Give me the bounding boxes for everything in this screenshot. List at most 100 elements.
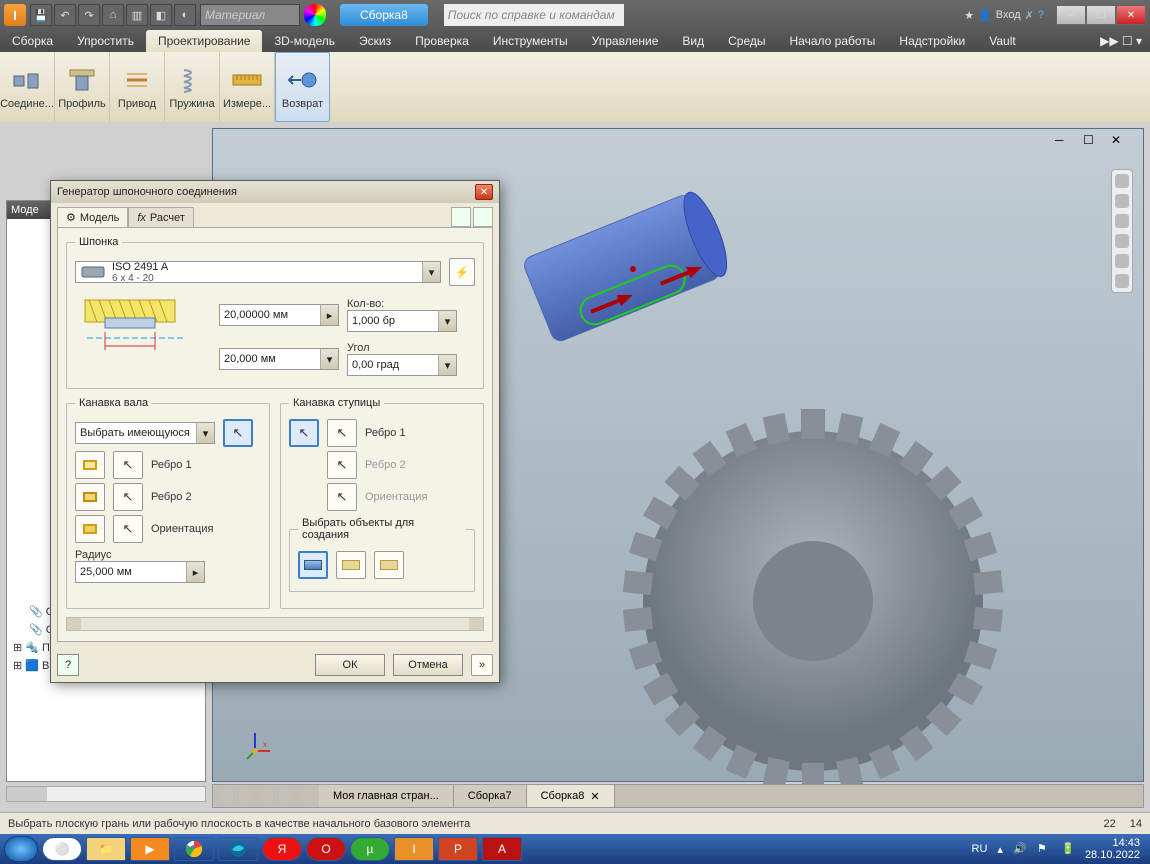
active-doc-tab[interactable]: Сборка8 (340, 4, 428, 26)
shaft-pick-button[interactable] (223, 419, 253, 447)
qat-open-icon[interactable]: ▥ (126, 4, 148, 26)
tab-close-icon[interactable]: ✕ (590, 790, 599, 803)
length2-combo[interactable]: 20,000 мм▾ (219, 348, 339, 370)
help-icon[interactable]: ? (1038, 9, 1044, 21)
radius-combo[interactable]: 25,000 мм▸ (75, 561, 205, 583)
tray-arrow-icon[interactable]: ▴ (997, 843, 1003, 856)
qat-help-icon[interactable]: ◐ (174, 4, 196, 26)
qty-combo[interactable]: 1,000 бр▾ (347, 310, 457, 332)
task-acrobat-icon[interactable]: A (482, 837, 522, 861)
menu-tab[interactable]: Упростить (65, 30, 146, 52)
dialog-titlebar[interactable]: Генератор шпоночного соединения ✕ (51, 181, 499, 203)
tab-calc[interactable]: fxРасчет (128, 207, 194, 227)
tray-battery-icon[interactable]: 🔋 (1061, 842, 1075, 856)
menu-tab[interactable]: Управление (580, 30, 671, 52)
bolt-button[interactable]: ⚡ (449, 258, 475, 286)
qat-select-icon[interactable]: ◧ (150, 4, 172, 26)
edge2-pick-button[interactable] (113, 483, 143, 511)
dialog-close-button[interactable]: ✕ (475, 184, 493, 200)
ok-button[interactable]: ОК (315, 654, 385, 676)
menu-tab[interactable]: Проверка (403, 30, 481, 52)
doc-tab[interactable]: Моя главная стран... (319, 785, 454, 807)
search-input[interactable]: Поиск по справке и командам (444, 4, 624, 26)
tray-flag-icon[interactable]: ⚑ (1037, 842, 1051, 856)
shaft-opt1-button[interactable] (75, 451, 105, 479)
dialog-help-button[interactable]: ? (57, 654, 79, 676)
shaft-opt2-button[interactable] (75, 483, 105, 511)
task-inventor-icon[interactable]: I (394, 837, 434, 861)
task-utorrent-icon[interactable]: µ (350, 837, 390, 861)
dialog-more-button[interactable]: » (471, 654, 493, 676)
ribbon-profile-button[interactable]: Профиль (55, 52, 110, 122)
orient-pick-button[interactable] (113, 515, 143, 543)
ribbon-drive-button[interactable]: Привод (110, 52, 165, 122)
cancel-button[interactable]: Отмена (393, 654, 463, 676)
appearance-icon[interactable] (304, 4, 326, 26)
hub-pick4-button[interactable] (327, 483, 357, 511)
nav-cube-icon[interactable] (1115, 274, 1129, 288)
material-combo[interactable]: Материал (200, 4, 300, 26)
tab-tool-1[interactable] (451, 207, 471, 227)
task-chrome-icon[interactable] (174, 837, 214, 861)
key-standard-combo[interactable]: ISO 2491 A 6 x 4 - 20 ▾ (75, 261, 441, 283)
chevron-down-icon[interactable]: ▾ (422, 262, 440, 282)
edge1-pick-button[interactable] (113, 451, 143, 479)
create-opt2-button[interactable] (336, 551, 366, 579)
qat-redo-icon[interactable]: ↷ (78, 4, 100, 26)
menu-tab[interactable]: Эскиз (347, 30, 403, 52)
star-icon[interactable]: ★ (964, 9, 974, 22)
hub-pick2-button[interactable] (327, 419, 357, 447)
nav-zoom-icon[interactable] (1115, 234, 1129, 248)
nav-orbit-icon[interactable] (1115, 194, 1129, 208)
viewport-minimize-button[interactable]: ─ (1055, 133, 1083, 151)
length1-combo[interactable]: 20,00000 мм▸ (219, 304, 339, 326)
nav-pan-icon[interactable] (1115, 214, 1129, 228)
doc-tab-tools[interactable] (213, 787, 319, 805)
menu-tab[interactable]: Начало работы (778, 30, 888, 52)
hub-pick3-button[interactable] (327, 451, 357, 479)
window-close-button[interactable]: ✕ (1116, 5, 1146, 25)
menu-tab[interactable]: Инструменты (481, 30, 580, 52)
dialog-scrollbar[interactable] (66, 617, 484, 631)
qat-save-icon[interactable]: 💾 (30, 4, 52, 26)
window-maximize-button[interactable]: ☐ (1086, 5, 1116, 25)
menu-tab[interactable]: Vault (977, 30, 1027, 52)
menu-tab[interactable]: Среды (716, 30, 777, 52)
doc-tab-active[interactable]: Сборка8✕ (527, 785, 615, 807)
menu-tab[interactable]: Надстройки (887, 30, 977, 52)
viewport-maximize-button[interactable]: ☐ (1083, 133, 1111, 151)
navigation-bar[interactable] (1111, 169, 1133, 293)
login-link[interactable]: Вход (996, 9, 1021, 21)
viewport-close-button[interactable]: ✕ (1111, 133, 1139, 151)
hub-pick1-button[interactable] (289, 419, 319, 447)
angle-combo[interactable]: 0,00 град▾ (347, 354, 457, 376)
task-powerpoint-icon[interactable]: P (438, 837, 478, 861)
shaft-opt3-button[interactable] (75, 515, 105, 543)
tab-model[interactable]: ⚙Модель (57, 207, 128, 227)
shaft-select-combo[interactable]: Выбрать имеющуюся▾ (75, 422, 215, 444)
window-minimize-button[interactable]: ─ (1056, 5, 1086, 25)
nav-look-icon[interactable] (1115, 254, 1129, 268)
user-icon[interactable]: 👤 (978, 9, 992, 22)
menu-tab[interactable]: Вид (670, 30, 716, 52)
ribbon-spring-button[interactable]: Пружина (165, 52, 220, 122)
doc-tab[interactable]: Сборка7 (454, 785, 527, 807)
tab-tool-2[interactable] (473, 207, 493, 227)
menu-tab[interactable]: Сборка (0, 30, 65, 52)
menu-tab-active[interactable]: Проектирование (146, 30, 263, 52)
menu-overflow[interactable]: ▶▶ ☐ ▾ (1092, 30, 1150, 52)
task-media-icon[interactable]: ▶ (130, 837, 170, 861)
task-yandex2-icon[interactable]: Я (262, 837, 302, 861)
nav-home-icon[interactable] (1115, 174, 1129, 188)
task-yandex-icon[interactable]: ⚪ (42, 837, 82, 861)
create-opt3-button[interactable] (374, 551, 404, 579)
start-button[interactable] (4, 836, 38, 862)
qat-undo-icon[interactable]: ↶ (54, 4, 76, 26)
tray-clock[interactable]: 14:43 28.10.2022 (1085, 837, 1140, 861)
x-icon[interactable]: ✗ (1025, 9, 1034, 22)
ribbon-connect-button[interactable]: Соедине... (0, 52, 55, 122)
lang-indicator[interactable]: RU (972, 843, 988, 855)
create-opt1-button[interactable] (298, 551, 328, 579)
task-opera-icon[interactable]: O (306, 837, 346, 861)
qat-home-icon[interactable]: ⌂ (102, 4, 124, 26)
